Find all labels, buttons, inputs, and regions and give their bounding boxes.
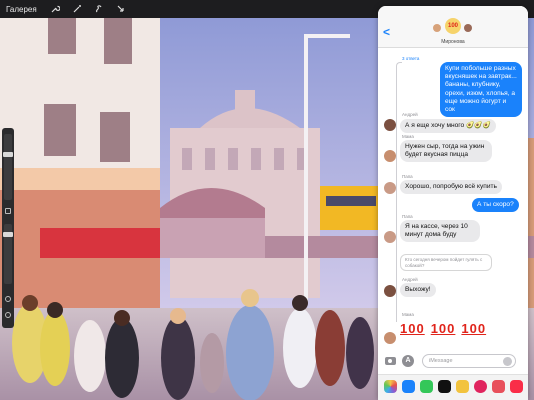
undo-icon[interactable] xyxy=(5,296,11,302)
message-sender: Андрей xyxy=(402,277,418,282)
message-sender: Мама xyxy=(402,134,414,139)
compose-bar: A iMessage xyxy=(378,350,528,374)
selection-icon[interactable] xyxy=(93,3,105,15)
photos-app-icon[interactable] xyxy=(384,380,397,393)
brush-size-knob[interactable] xyxy=(3,152,13,157)
message-bubble[interactable]: Я на кассе, через 10 минут дома буду xyxy=(400,220,480,243)
redo-icon[interactable] xyxy=(5,312,11,318)
message-bubble[interactable]: А ты скоро? xyxy=(472,198,519,213)
conversation-title[interactable]: Миронова xyxy=(378,39,528,45)
message-bubble[interactable]: Хорошо, попробую всё купить xyxy=(400,180,502,195)
reply-count[interactable]: 3 ответа xyxy=(402,56,419,61)
apple-pay-icon[interactable] xyxy=(420,380,433,393)
quoted-message[interactable]: Кто сегодня вечером пойдет гулять с соба… xyxy=(400,254,492,271)
brush-size-slider[interactable] xyxy=(3,134,13,200)
hundred-emoji-message[interactable]: 100 100 100 xyxy=(400,321,492,336)
app-store-icon[interactable] xyxy=(402,380,415,393)
message-input[interactable]: iMessage xyxy=(422,354,516,368)
opacity-knob[interactable] xyxy=(3,232,13,237)
brush-sidebar xyxy=(2,128,14,328)
message-input-placeholder: iMessage xyxy=(429,358,453,364)
opacity-slider[interactable] xyxy=(3,224,13,284)
group-avatar[interactable]: 100 xyxy=(431,18,475,38)
thread-line xyxy=(396,62,402,322)
imessage-app-drawer xyxy=(378,374,528,400)
hundred-emoji: 100 xyxy=(400,321,425,336)
hundred-emoji: 100 xyxy=(430,321,456,336)
avatar xyxy=(433,24,441,32)
conversation-header: < 100 Миронова xyxy=(378,6,528,48)
modify-button[interactable] xyxy=(5,208,11,214)
messages-slide-over: < 100 Миронова 3 ответа Купи побольше ра… xyxy=(378,6,528,400)
camera-icon[interactable] xyxy=(385,357,396,365)
message-bubble[interactable]: Нужен сыр, тогда на ужин будет вкусная п… xyxy=(400,140,492,163)
message-bubble[interactable]: Купи побольше разных вкусняшек на завтра… xyxy=(440,62,522,118)
search-gif-icon[interactable] xyxy=(492,380,505,393)
music-app-icon[interactable] xyxy=(510,380,523,393)
avatar xyxy=(464,24,472,32)
app-store-icon[interactable]: A xyxy=(402,355,414,367)
avatar xyxy=(384,332,396,344)
message-sender: Папа xyxy=(402,174,413,179)
avatar: 100 xyxy=(445,18,461,34)
digital-touch-icon[interactable] xyxy=(474,380,487,393)
gallery-button[interactable]: Галерея xyxy=(6,5,37,14)
message-sender: Папа xyxy=(402,214,413,219)
stickers-icon[interactable] xyxy=(456,380,469,393)
avatar xyxy=(384,182,396,194)
memoji-icon[interactable] xyxy=(438,380,451,393)
audio-record-icon[interactable] xyxy=(503,357,512,366)
transform-arrow-icon[interactable] xyxy=(115,3,127,15)
avatar xyxy=(384,119,396,131)
magic-wand-icon[interactable] xyxy=(71,3,83,15)
hundred-emoji: 100 xyxy=(461,321,487,336)
back-button[interactable]: < xyxy=(383,25,390,39)
avatar xyxy=(384,231,396,243)
avatar xyxy=(384,285,396,297)
avatar xyxy=(384,150,396,162)
message-bubble[interactable]: А я еще хочу много 🥑🥑🥑 xyxy=(400,119,496,134)
message-bubble[interactable]: Выхожу! xyxy=(400,283,436,298)
message-sender: Андрей xyxy=(402,112,418,117)
message-sender: Мама xyxy=(402,312,414,317)
wrench-icon[interactable] xyxy=(49,3,61,15)
